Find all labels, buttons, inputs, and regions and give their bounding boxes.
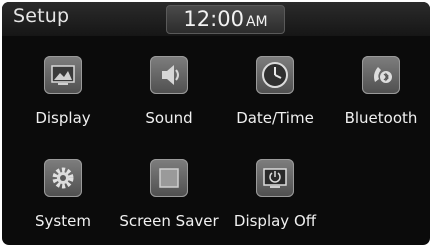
sound-label: Sound xyxy=(145,109,193,127)
bluetooth-phone-icon xyxy=(362,56,400,94)
sound-button[interactable]: Sound xyxy=(121,52,217,144)
date-time-label: Date/Time xyxy=(236,109,314,127)
screen-saver-button[interactable]: Screen Saver xyxy=(119,155,219,245)
speaker-icon xyxy=(150,56,188,94)
display-off-button[interactable]: Display Off xyxy=(227,155,323,245)
display-label: Display xyxy=(35,109,91,127)
clock-ampm: AM xyxy=(245,14,268,30)
bluetooth-button[interactable]: Bluetooth xyxy=(333,52,429,144)
system-label: System xyxy=(35,212,91,230)
screen-saver-icon xyxy=(150,159,188,197)
bluetooth-label: Bluetooth xyxy=(344,109,418,127)
display-off-icon xyxy=(256,159,294,197)
clock-time: 12:00 xyxy=(183,7,244,31)
gear-icon xyxy=(44,159,82,197)
system-button[interactable]: System xyxy=(15,155,111,245)
screen-saver-label: Screen Saver xyxy=(119,212,219,230)
clock-display: 12:00 AM xyxy=(166,5,285,34)
clock-icon xyxy=(256,56,294,94)
date-time-button[interactable]: Date/Time xyxy=(227,52,323,144)
display-button[interactable]: Display xyxy=(15,52,111,144)
display-off-label: Display Off xyxy=(233,212,317,230)
display-icon xyxy=(44,56,82,94)
top-bar: Setup 12:00 AM xyxy=(2,2,430,36)
screen: Setup 12:00 AM Display Sound Date/Time B… xyxy=(2,2,430,245)
page-title: Setup xyxy=(13,5,70,27)
